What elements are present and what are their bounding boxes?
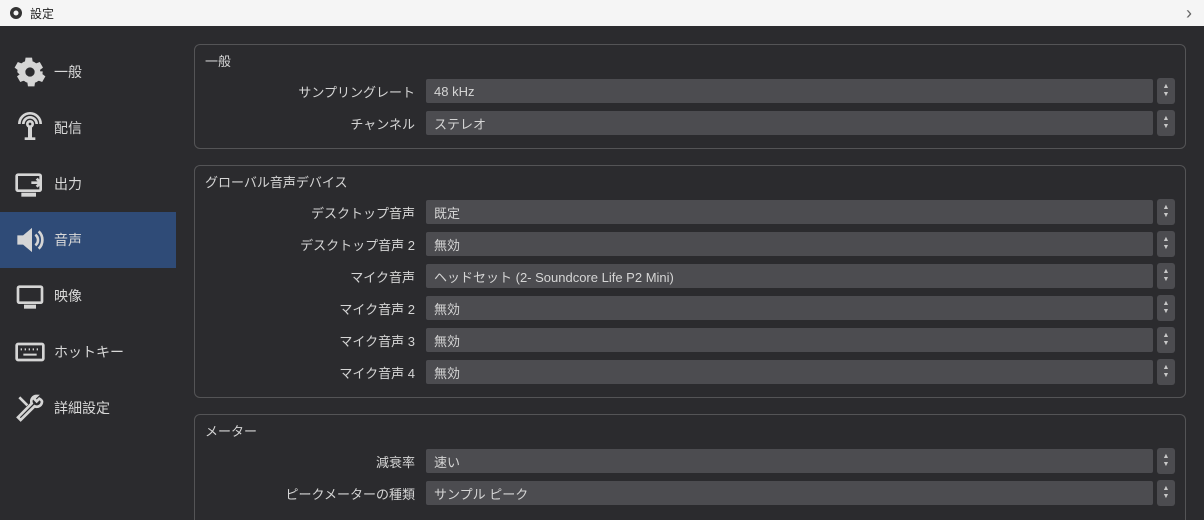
group-global-audio-devices: グローバル音声デバイス デスクトップ音声 既定 ▲▼ デスクトップ音声 2 無効…	[194, 165, 1186, 398]
window-control[interactable]: ›	[1182, 3, 1196, 24]
chevron-down-icon: ▼	[1163, 91, 1170, 99]
chevron-up-icon: ▲	[1163, 236, 1170, 244]
chevron-down-icon: ▼	[1163, 276, 1170, 284]
chevron-up-icon: ▲	[1163, 485, 1170, 493]
group-title: 一般	[205, 51, 1175, 70]
window-title: 設定	[30, 5, 54, 22]
channels-select[interactable]: ステレオ	[425, 110, 1154, 136]
spin-buttons[interactable]: ▲▼	[1157, 263, 1175, 289]
sidebar-item-label: ホットキー	[54, 342, 124, 362]
video-icon	[14, 280, 54, 312]
sidebar-item-video[interactable]: 映像	[0, 268, 176, 324]
group-title: グローバル音声デバイス	[205, 172, 1175, 191]
chevron-up-icon: ▲	[1163, 364, 1170, 372]
spin-buttons[interactable]: ▲▼	[1157, 199, 1175, 225]
field-label: マイク音声 3	[205, 331, 425, 350]
row-mic-audio-3: マイク音声 3 無効 ▲▼	[205, 325, 1175, 355]
row-desktop-audio-2: デスクトップ音声 2 無効 ▲▼	[205, 229, 1175, 259]
row-mic-audio-2: マイク音声 2 無効 ▲▼	[205, 293, 1175, 323]
chevron-up-icon: ▲	[1163, 332, 1170, 340]
row-mic-audio-4: マイク音声 4 無効 ▲▼	[205, 357, 1175, 387]
row-channels: チャンネル ステレオ ▲▼	[205, 108, 1175, 138]
field-label: デスクトップ音声 2	[205, 235, 425, 254]
chevron-down-icon: ▼	[1163, 123, 1170, 131]
mic-audio-2-select[interactable]: 無効	[425, 295, 1154, 321]
mic-audio-4-select[interactable]: 無効	[425, 359, 1154, 385]
row-decay-rate: 減衰率 速い ▲▼	[205, 446, 1175, 476]
sampling-rate-select[interactable]: 48 kHz	[425, 78, 1154, 104]
chevron-down-icon: ▼	[1163, 493, 1170, 501]
group-meters: メーター 減衰率 速い ▲▼ ピークメーターの種類 サンプル ピーク ▲▼	[194, 414, 1186, 520]
gear-icon	[14, 56, 54, 88]
desktop-audio-select[interactable]: 既定	[425, 199, 1154, 225]
sidebar-item-hotkeys[interactable]: ホットキー	[0, 324, 176, 380]
field-label: デスクトップ音声	[205, 203, 425, 222]
group-title: メーター	[205, 421, 1175, 440]
app-icon	[8, 5, 24, 21]
titlebar: 設定 ›	[0, 0, 1204, 26]
output-icon	[14, 168, 54, 200]
sidebar-item-label: 配信	[54, 118, 82, 138]
sidebar-item-advanced[interactable]: 詳細設定	[0, 380, 176, 436]
spin-buttons[interactable]: ▲▼	[1157, 480, 1175, 506]
spin-buttons[interactable]: ▲▼	[1157, 78, 1175, 104]
peak-meter-type-select[interactable]: サンプル ピーク	[425, 480, 1154, 506]
chevron-down-icon: ▼	[1163, 244, 1170, 252]
sidebar-item-label: 詳細設定	[54, 398, 110, 418]
field-label: マイク音声 4	[205, 363, 425, 382]
field-label: チャンネル	[205, 114, 425, 133]
tools-icon	[14, 392, 54, 424]
sidebar-item-label: 音声	[54, 230, 82, 250]
field-label: ピークメーターの種類	[205, 484, 425, 503]
field-label: サンプリングレート	[205, 82, 425, 101]
chevron-down-icon: ▼	[1163, 340, 1170, 348]
spin-buttons[interactable]: ▲▼	[1157, 295, 1175, 321]
settings-sidebar: 一般 配信 出力 音声 映像	[0, 26, 176, 520]
sidebar-item-label: 出力	[54, 174, 82, 194]
chevron-down-icon: ▼	[1163, 308, 1170, 316]
spin-buttons[interactable]: ▲▼	[1157, 448, 1175, 474]
sidebar-item-output[interactable]: 出力	[0, 156, 176, 212]
chevron-down-icon: ▼	[1163, 372, 1170, 380]
group-general: 一般 サンプリングレート 48 kHz ▲▼ チャンネル ステレオ ▲▼	[194, 44, 1186, 149]
chevron-up-icon: ▲	[1163, 115, 1170, 123]
spin-buttons[interactable]: ▲▼	[1157, 110, 1175, 136]
chevron-down-icon: ▼	[1163, 461, 1170, 469]
row-sampling-rate: サンプリングレート 48 kHz ▲▼	[205, 76, 1175, 106]
chevron-up-icon: ▲	[1163, 268, 1170, 276]
sidebar-item-label: 一般	[54, 62, 82, 82]
mic-audio-select[interactable]: ヘッドセット (2- Soundcore Life P2 Mini)	[425, 263, 1154, 289]
decay-rate-select[interactable]: 速い	[425, 448, 1154, 474]
keyboard-icon	[14, 336, 54, 368]
spin-buttons[interactable]: ▲▼	[1157, 359, 1175, 385]
chevron-up-icon: ▲	[1163, 204, 1170, 212]
field-label: 減衰率	[205, 452, 425, 471]
spin-buttons[interactable]: ▲▼	[1157, 231, 1175, 257]
row-peak-meter-type: ピークメーターの種類 サンプル ピーク ▲▼	[205, 478, 1175, 508]
settings-content: 一般 サンプリングレート 48 kHz ▲▼ チャンネル ステレオ ▲▼ グロー…	[176, 26, 1204, 520]
audio-icon	[14, 224, 54, 256]
field-label: マイク音声	[205, 267, 425, 286]
chevron-up-icon: ▲	[1163, 453, 1170, 461]
chevron-down-icon: ▼	[1163, 212, 1170, 220]
sidebar-item-label: 映像	[54, 286, 82, 306]
sidebar-item-stream[interactable]: 配信	[0, 100, 176, 156]
desktop-audio-2-select[interactable]: 無効	[425, 231, 1154, 257]
spin-buttons[interactable]: ▲▼	[1157, 327, 1175, 353]
chevron-up-icon: ▲	[1163, 83, 1170, 91]
mic-audio-3-select[interactable]: 無効	[425, 327, 1154, 353]
sidebar-item-general[interactable]: 一般	[0, 44, 176, 100]
row-desktop-audio: デスクトップ音声 既定 ▲▼	[205, 197, 1175, 227]
sidebar-item-audio[interactable]: 音声	[0, 212, 176, 268]
field-label: マイク音声 2	[205, 299, 425, 318]
broadcast-icon	[14, 112, 54, 144]
chevron-up-icon: ▲	[1163, 300, 1170, 308]
row-mic-audio: マイク音声 ヘッドセット (2- Soundcore Life P2 Mini)…	[205, 261, 1175, 291]
